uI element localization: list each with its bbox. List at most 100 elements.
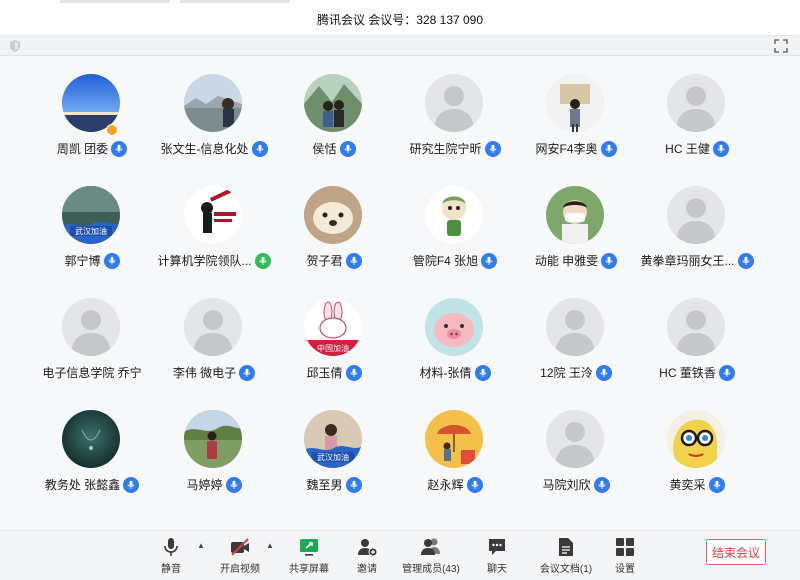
participant-tile[interactable]: 武汉加油 魏至男 bbox=[264, 392, 404, 502]
mic-on-icon bbox=[595, 364, 612, 381]
participant-name: 李伟 微电子 bbox=[172, 366, 237, 380]
meeting-info-strip bbox=[0, 36, 800, 56]
host-badge-icon bbox=[106, 124, 118, 136]
participant-name-row: HC 董铁香 bbox=[627, 364, 767, 381]
participant-name-row: 周凯 团委 bbox=[22, 140, 162, 157]
mic-on-icon bbox=[345, 364, 362, 381]
participant-tile[interactable]: 电子信息学院 乔宁 bbox=[22, 280, 162, 390]
participant-tile[interactable]: 网安F4李奥 bbox=[506, 56, 646, 166]
participant-tile[interactable]: 张文生-信息化处 bbox=[144, 56, 284, 166]
participant-tile[interactable]: 中国加油 邱玉倩 bbox=[264, 280, 404, 390]
mic-on-icon bbox=[601, 252, 618, 269]
settings-label: 设置 bbox=[615, 564, 635, 575]
default-avatar bbox=[425, 74, 483, 132]
settings-grid-icon bbox=[616, 538, 634, 556]
microphone-icon bbox=[350, 256, 357, 265]
manage-members-label: 管理成员(43) bbox=[402, 564, 460, 575]
mic-on-icon bbox=[123, 476, 140, 493]
participant-name: HC 王健 bbox=[665, 142, 710, 156]
end-meeting-button[interactable]: 结束会议 bbox=[706, 539, 766, 565]
mute-button[interactable]: 静音 bbox=[136, 535, 206, 577]
mic-on-icon bbox=[712, 140, 729, 157]
masked-child-avatar bbox=[546, 186, 604, 244]
dark-teal-avatar bbox=[62, 410, 120, 468]
participant-tile[interactable]: 黄拳章玛丽女王... bbox=[627, 168, 767, 278]
default-avatar bbox=[546, 298, 604, 356]
chat-button[interactable]: 聊天 bbox=[462, 535, 532, 577]
participant-name: 网安F4李奥 bbox=[535, 142, 598, 156]
mic-on-icon bbox=[345, 252, 362, 269]
video-button[interactable]: 开启视频 bbox=[205, 535, 275, 577]
default-avatar bbox=[546, 410, 604, 468]
participant-name-row: 贺子君 bbox=[264, 252, 404, 269]
invite-button[interactable]: 邀请 bbox=[332, 535, 402, 577]
participant-tile[interactable]: 研究生院宁昕 bbox=[385, 56, 525, 166]
participant-tile[interactable]: 侯恬 bbox=[264, 56, 404, 166]
shield-icon[interactable] bbox=[8, 39, 22, 53]
participant-tile[interactable]: HC 王健 bbox=[627, 56, 767, 166]
participant-tile[interactable]: 李伟 微电子 bbox=[144, 280, 284, 390]
participant-tile[interactable]: 12院 王泠 bbox=[506, 280, 646, 390]
fullscreen-icon[interactable] bbox=[774, 39, 788, 53]
microphone-icon bbox=[115, 144, 123, 153]
participant-name-row: 黄拳章玛丽女王... bbox=[627, 252, 767, 269]
participant-name-row: 侯恬 bbox=[264, 140, 404, 157]
participant-name: 黄奕采 bbox=[669, 478, 706, 492]
video-label: 开启视频 bbox=[220, 564, 260, 575]
participant-tile[interactable]: 计算机学院领队... bbox=[144, 168, 284, 278]
participant-tile[interactable]: 贺子君 bbox=[264, 168, 404, 278]
microphone-icon bbox=[108, 256, 115, 265]
participant-tile[interactable]: 动能 申雅雯 bbox=[506, 168, 646, 278]
participant-tile[interactable]: HC 董铁香 bbox=[627, 280, 767, 390]
video-options-caret[interactable]: ▲ bbox=[266, 541, 274, 550]
participant-name-row: 网安F4李奥 bbox=[506, 140, 646, 157]
cartoon-boy-avatar bbox=[425, 186, 483, 244]
microphone-icon bbox=[256, 144, 263, 153]
mic-on-icon bbox=[484, 140, 501, 157]
participant-name-row: 管院F4 张旭 bbox=[385, 252, 525, 269]
tab-strip-remnant bbox=[60, 0, 170, 3]
microphone-icon bbox=[344, 144, 351, 153]
rabbit-china-jiayou-avatar: 中国加油 bbox=[304, 298, 362, 356]
microphone-icon bbox=[230, 480, 237, 489]
participant-tile[interactable]: 教务处 张懿鑫 bbox=[22, 392, 162, 502]
participant-tile[interactable]: 武汉加油 郭宁博 bbox=[22, 168, 162, 278]
participant-tile[interactable]: 马婷婷 bbox=[144, 392, 284, 502]
microphone-icon bbox=[713, 480, 720, 489]
participant-name: 研究生院宁昕 bbox=[409, 142, 482, 156]
mic-on-icon bbox=[225, 476, 242, 493]
svg-text:武汉加油: 武汉加油 bbox=[75, 226, 107, 236]
participant-name: 马婷婷 bbox=[186, 478, 223, 492]
participant-name: 动能 申雅雯 bbox=[534, 254, 599, 268]
participant-name-row: 动能 申雅雯 bbox=[506, 252, 646, 269]
garden-photo-avatar bbox=[184, 410, 242, 468]
default-avatar bbox=[667, 74, 725, 132]
microphone-icon bbox=[479, 368, 486, 377]
participant-name: 管院F4 张旭 bbox=[412, 254, 479, 268]
mute-label: 静音 bbox=[161, 564, 181, 575]
participant-name: 黄拳章玛丽女王... bbox=[640, 254, 735, 268]
invite-label: 邀请 bbox=[357, 564, 377, 575]
participant-tile[interactable]: 周凯 团委 bbox=[22, 56, 162, 166]
mic-on-icon bbox=[339, 140, 356, 157]
mute-options-caret[interactable]: ▲ bbox=[197, 541, 205, 550]
participant-name-row: 马婷婷 bbox=[144, 476, 284, 493]
participant-tile[interactable]: 马院刘欣 bbox=[506, 392, 646, 502]
participant-tile[interactable]: 赵永辉 bbox=[385, 392, 525, 502]
participant-name-row: 材料-张倩 bbox=[385, 364, 525, 381]
participant-tile[interactable]: 黄奕采 bbox=[627, 392, 767, 502]
participant-tile[interactable]: 材料-张倩 bbox=[385, 280, 525, 390]
pig-avatar bbox=[425, 298, 483, 356]
settings-button[interactable]: 设置 bbox=[590, 535, 660, 577]
microphone-icon bbox=[489, 144, 496, 153]
mic-on-icon bbox=[737, 252, 754, 269]
microphone-icon bbox=[471, 480, 478, 489]
participant-name: 计算机学院领队... bbox=[157, 254, 252, 268]
default-avatar bbox=[62, 298, 120, 356]
microphone-icon bbox=[605, 144, 612, 153]
participant-name-row: 黄奕采 bbox=[627, 476, 767, 493]
manage-members-button[interactable]: 管理成员(43) bbox=[396, 535, 466, 577]
dog-avatar bbox=[304, 186, 362, 244]
mic-on-icon bbox=[239, 364, 256, 381]
participant-tile[interactable]: 管院F4 张旭 bbox=[385, 168, 525, 278]
